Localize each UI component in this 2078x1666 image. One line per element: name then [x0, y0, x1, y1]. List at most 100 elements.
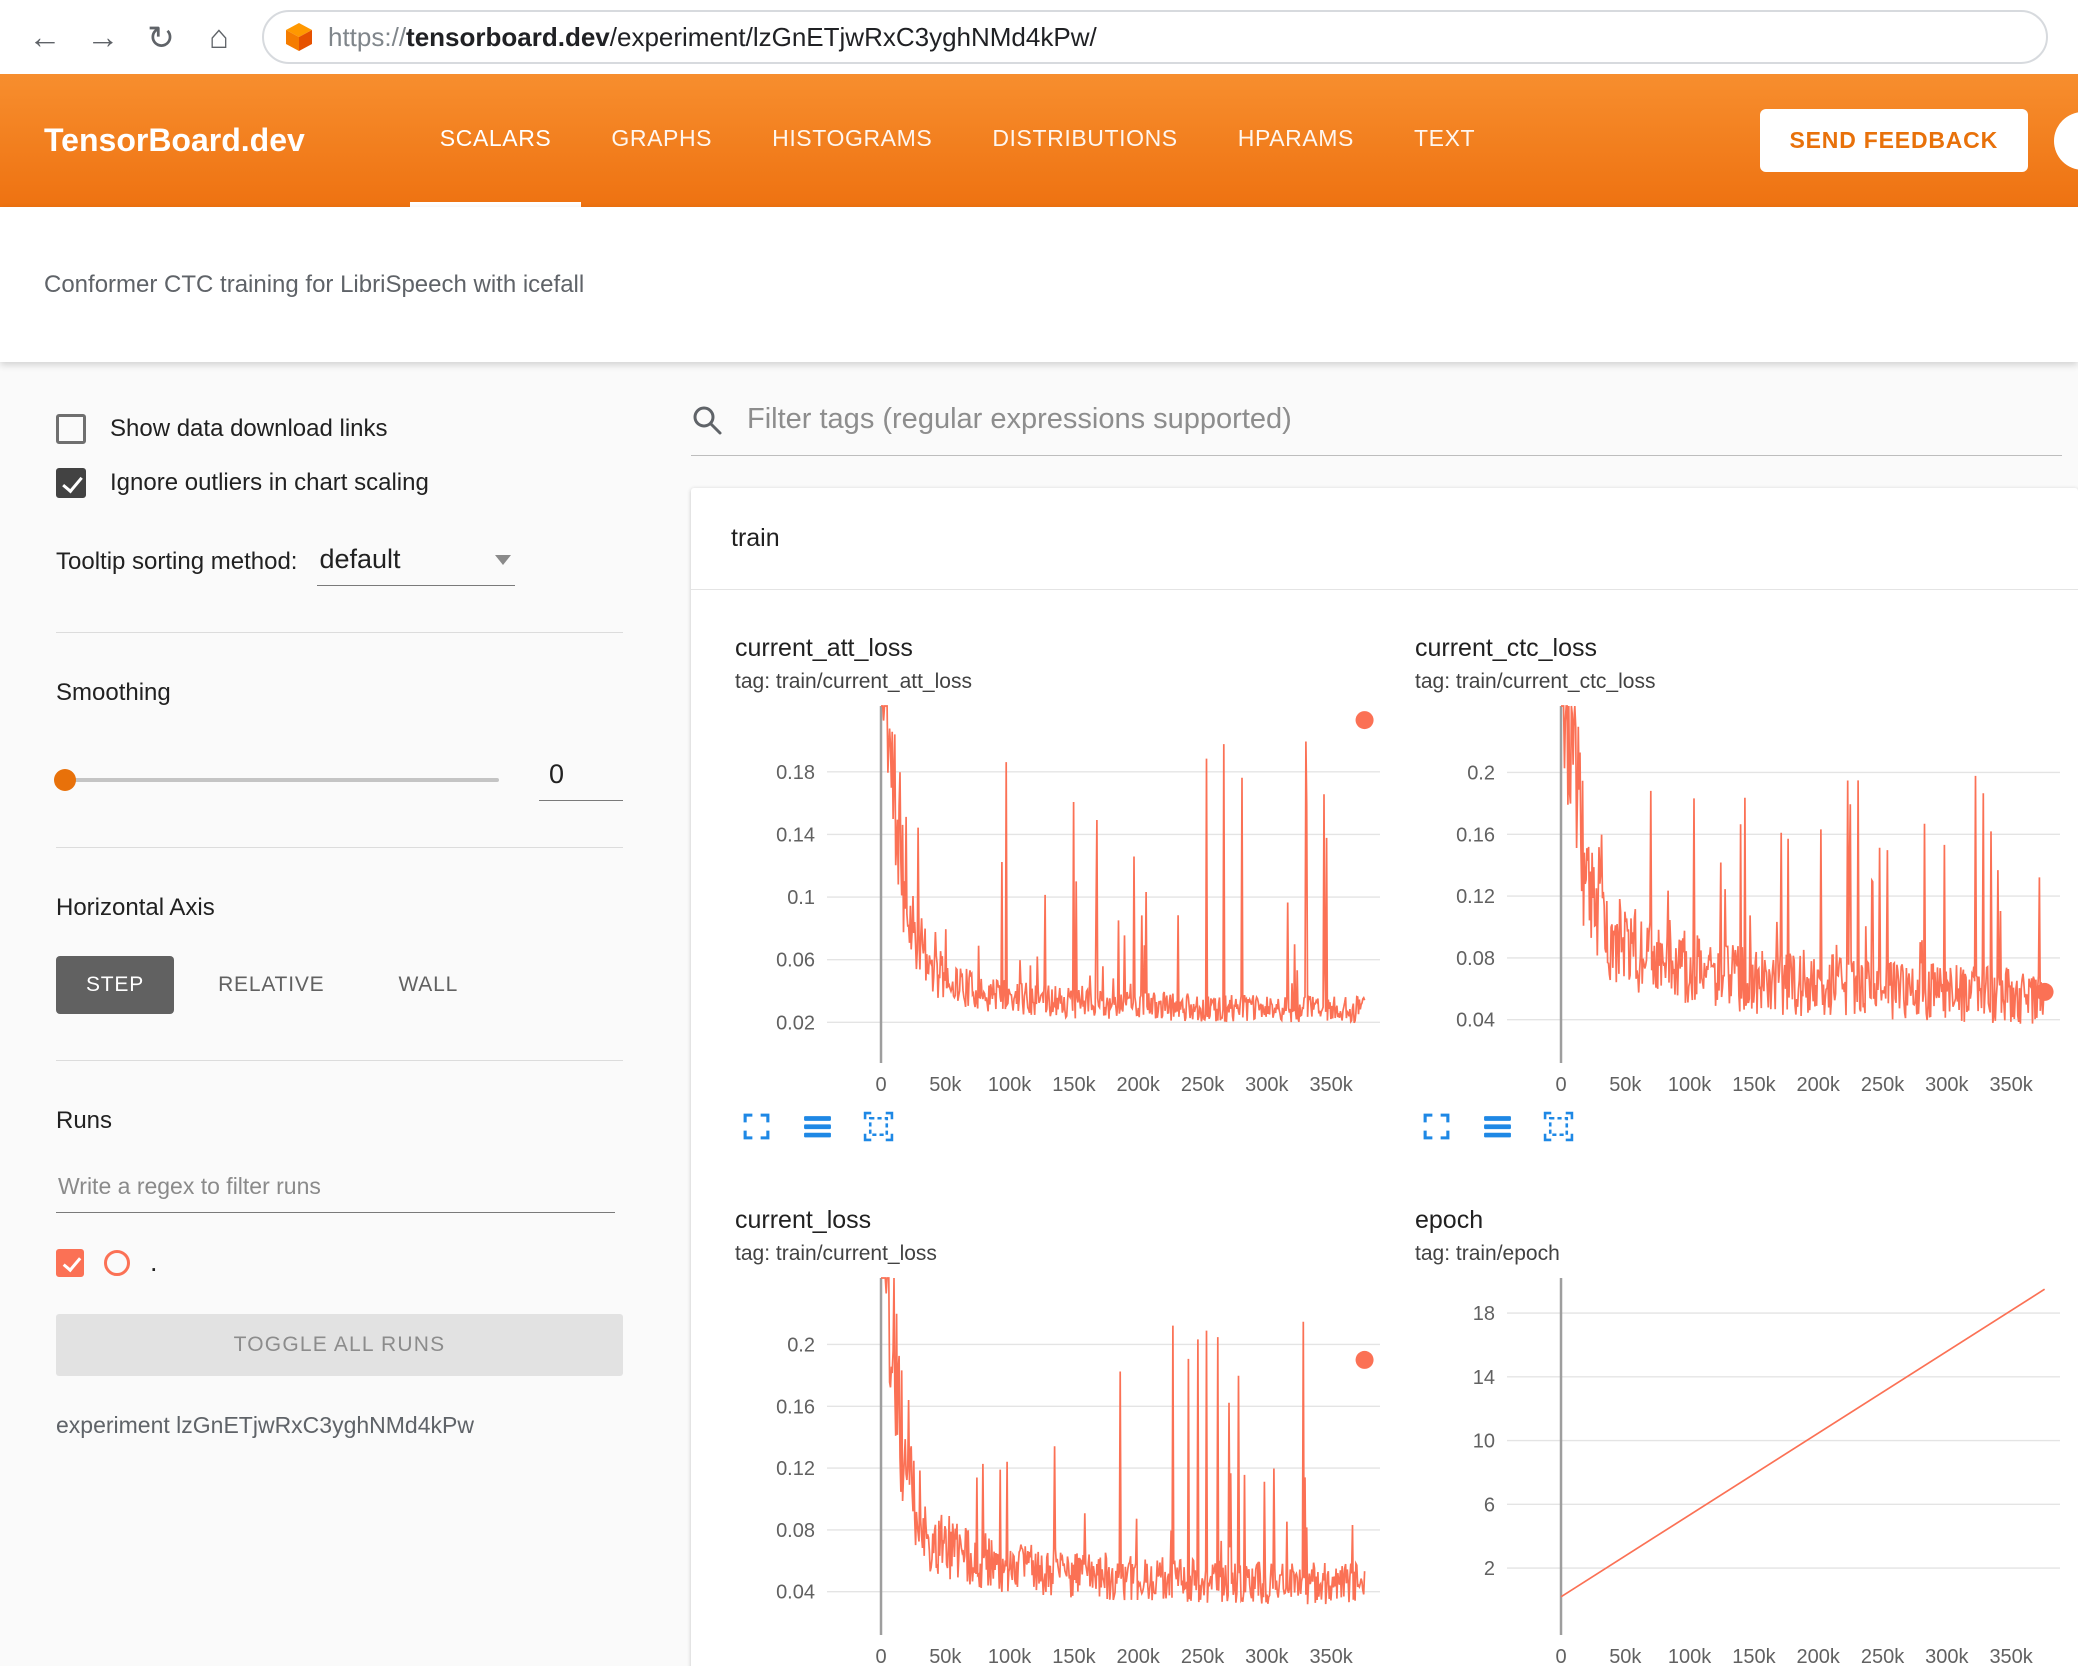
svg-text:250k: 250k [1861, 1074, 1905, 1096]
fit-domain-icon[interactable] [1543, 1111, 1574, 1142]
svg-text:100k: 100k [1668, 1074, 1712, 1096]
svg-text:150k: 150k [1052, 1074, 1096, 1096]
show-download-links-row[interactable]: Show data download links [56, 414, 623, 444]
svg-text:250k: 250k [1181, 1646, 1225, 1666]
svg-text:250k: 250k [1181, 1074, 1225, 1096]
tab-histograms[interactable]: HISTOGRAMS [742, 74, 962, 207]
address-bar[interactable]: https://tensorboard.dev/experiment/lzGnE… [262, 10, 2048, 64]
experiment-title: Conformer CTC training for LibriSpeech w… [44, 270, 585, 298]
top-nav: SCALARS GRAPHS HISTOGRAMS DISTRIBUTIONS … [409, 74, 1505, 207]
svg-text:0.2: 0.2 [1467, 762, 1495, 784]
run-color-swatch[interactable] [104, 1249, 130, 1276]
chart-tag: tag: train/current_att_loss [735, 670, 972, 693]
back-icon[interactable]: ← [16, 18, 74, 56]
svg-text:0.16: 0.16 [776, 1396, 815, 1418]
tooltip-sorting-value: default [319, 544, 401, 574]
app-header: TensorBoard.dev SCALARS GRAPHS HISTOGRAM… [0, 74, 2078, 207]
ignore-outliers-label: Ignore outliers in chart scaling [110, 469, 429, 496]
chart-toolbar [1415, 1111, 2075, 1142]
send-feedback-button[interactable]: SEND FEEDBACK [1759, 109, 2028, 172]
expand-chart-icon[interactable] [1421, 1111, 1452, 1142]
tab-hparams[interactable]: HPARAMS [1208, 74, 1384, 207]
forward-icon[interactable]: → [74, 18, 132, 56]
axis-relative-button[interactable]: RELATIVE [188, 956, 354, 1014]
toggle-runs-icon[interactable] [802, 1111, 833, 1142]
svg-text:300k: 300k [1245, 1074, 1289, 1096]
chart-current-ctc-loss: current_ctc_loss tag: train/current_ctc_… [1415, 634, 2075, 1142]
svg-text:350k: 350k [1989, 1074, 2033, 1096]
runs-filter-input[interactable] [56, 1169, 615, 1213]
svg-text:50k: 50k [929, 1074, 962, 1096]
chart-tag: tag: train/current_ctc_loss [1415, 670, 1656, 693]
train-group-title: train [731, 524, 780, 552]
svg-text:0.1: 0.1 [787, 887, 815, 909]
tensorboard-page: ← → ↻ ⌂ https://tensorboard.dev/experime… [0, 0, 2078, 1666]
charts-grid: current_att_loss tag: train/current_att_… [691, 590, 2078, 1666]
run-row[interactable]: . [56, 1247, 623, 1278]
experiment-title-bar: Conformer CTC training for LibriSpeech w… [0, 207, 2078, 362]
run-checkbox[interactable] [56, 1248, 84, 1277]
axis-step-button[interactable]: STEP [56, 956, 175, 1014]
tab-graphs[interactable]: GRAPHS [581, 74, 742, 207]
ignore-outliers-row[interactable]: Ignore outliers in chart scaling [56, 468, 623, 498]
chart-plot-current-att-loss[interactable]: 0.02 0.06 0.1 0.14 0.18 0 50k 100k 150k 200k 250k 3… [735, 700, 1390, 1097]
axis-wall-button[interactable]: WALL [368, 956, 488, 1014]
svg-text:0.02: 0.02 [776, 1012, 815, 1034]
tab-distributions[interactable]: DISTRIBUTIONS [962, 74, 1207, 207]
smoothing-slider-thumb[interactable] [54, 769, 76, 791]
svg-text:100k: 100k [1668, 1646, 1712, 1666]
tab-text[interactable]: TEXT [1384, 74, 1505, 207]
filter-tags-input[interactable] [745, 402, 2062, 437]
svg-text:300k: 300k [1925, 1646, 1969, 1666]
chart-tag: tag: train/epoch [1415, 1242, 1560, 1265]
chart-toolbar [735, 1111, 1395, 1142]
home-icon[interactable]: ⌂ [190, 18, 248, 56]
train-group-header[interactable]: train [691, 488, 2078, 590]
chart-title: current_ctc_loss [1415, 634, 1598, 662]
svg-text:200k: 200k [1117, 1646, 1161, 1666]
tab-scalars[interactable]: SCALARS [409, 74, 582, 207]
url-path: /experiment/lzGnETjwRxC3yghNMd4kPw/ [609, 21, 1097, 52]
dropdown-caret-icon [495, 554, 512, 565]
url-domain: tensorboard.dev [406, 21, 610, 52]
svg-text:150k: 150k [1732, 1646, 1776, 1666]
svg-text:350k: 350k [1989, 1646, 2033, 1666]
toggle-runs-icon[interactable] [1482, 1111, 1513, 1142]
divider [56, 1060, 623, 1061]
svg-text:0: 0 [875, 1074, 886, 1096]
app-logo: TensorBoard.dev [44, 122, 305, 158]
tooltip-sorting-row: Tooltip sorting method: default [56, 544, 623, 586]
svg-text:0.2: 0.2 [787, 1334, 815, 1356]
url-scheme: https:// [328, 21, 407, 52]
content-area: Show data download links Ignore outliers… [0, 362, 2078, 1666]
expand-chart-icon[interactable] [741, 1111, 772, 1142]
chart-plot-current-ctc-loss[interactable]: 0.04 0.08 0.12 0.16 0.2 0 50k 100k 150k 200k 250k 3… [1415, 700, 2070, 1097]
reload-icon[interactable]: ↻ [132, 18, 190, 57]
svg-text:150k: 150k [1732, 1074, 1776, 1096]
toggle-all-runs-button[interactable]: TOGGLE ALL RUNS [56, 1314, 623, 1376]
svg-text:0: 0 [1555, 1074, 1566, 1096]
smoothing-slider[interactable] [54, 769, 499, 791]
chart-epoch: epoch tag: train/epoch 2 6 10 14 18 0 50k 100k 1… [1415, 1206, 2075, 1666]
avatar[interactable] [2054, 111, 2078, 170]
ignore-outliers-checkbox[interactable] [56, 468, 86, 498]
svg-text:0.08: 0.08 [776, 1520, 815, 1542]
url-text: https://tensorboard.dev/experiment/lzGnE… [328, 22, 1097, 53]
smoothing-value-input[interactable]: 0 [539, 759, 623, 801]
smoothing-row: 0 [54, 759, 623, 801]
fit-domain-icon[interactable] [863, 1111, 894, 1142]
chart-plot-current-loss[interactable]: 0.04 0.08 0.12 0.16 0.2 0 50k 100k 150k 200k 250k 3… [735, 1272, 1390, 1666]
show-download-links-checkbox[interactable] [56, 414, 86, 444]
chart-current-loss: current_loss tag: train/current_loss 0.0… [735, 1206, 1395, 1666]
svg-text:200k: 200k [1797, 1646, 1841, 1666]
svg-text:50k: 50k [1609, 1074, 1642, 1096]
chart-plot-epoch[interactable]: 2 6 10 14 18 0 50k 100k 150k 200k 250k 300k 350k [1415, 1272, 2070, 1666]
chart-current-att-loss: current_att_loss tag: train/current_att_… [735, 634, 1395, 1142]
svg-text:100k: 100k [988, 1074, 1032, 1096]
tooltip-sorting-select[interactable]: default [317, 544, 516, 586]
show-download-links-label: Show data download links [110, 415, 388, 442]
chart-title: current_att_loss [735, 634, 913, 662]
svg-text:0.04: 0.04 [1456, 1010, 1495, 1032]
svg-text:350k: 350k [1309, 1646, 1353, 1666]
divider [56, 847, 623, 848]
